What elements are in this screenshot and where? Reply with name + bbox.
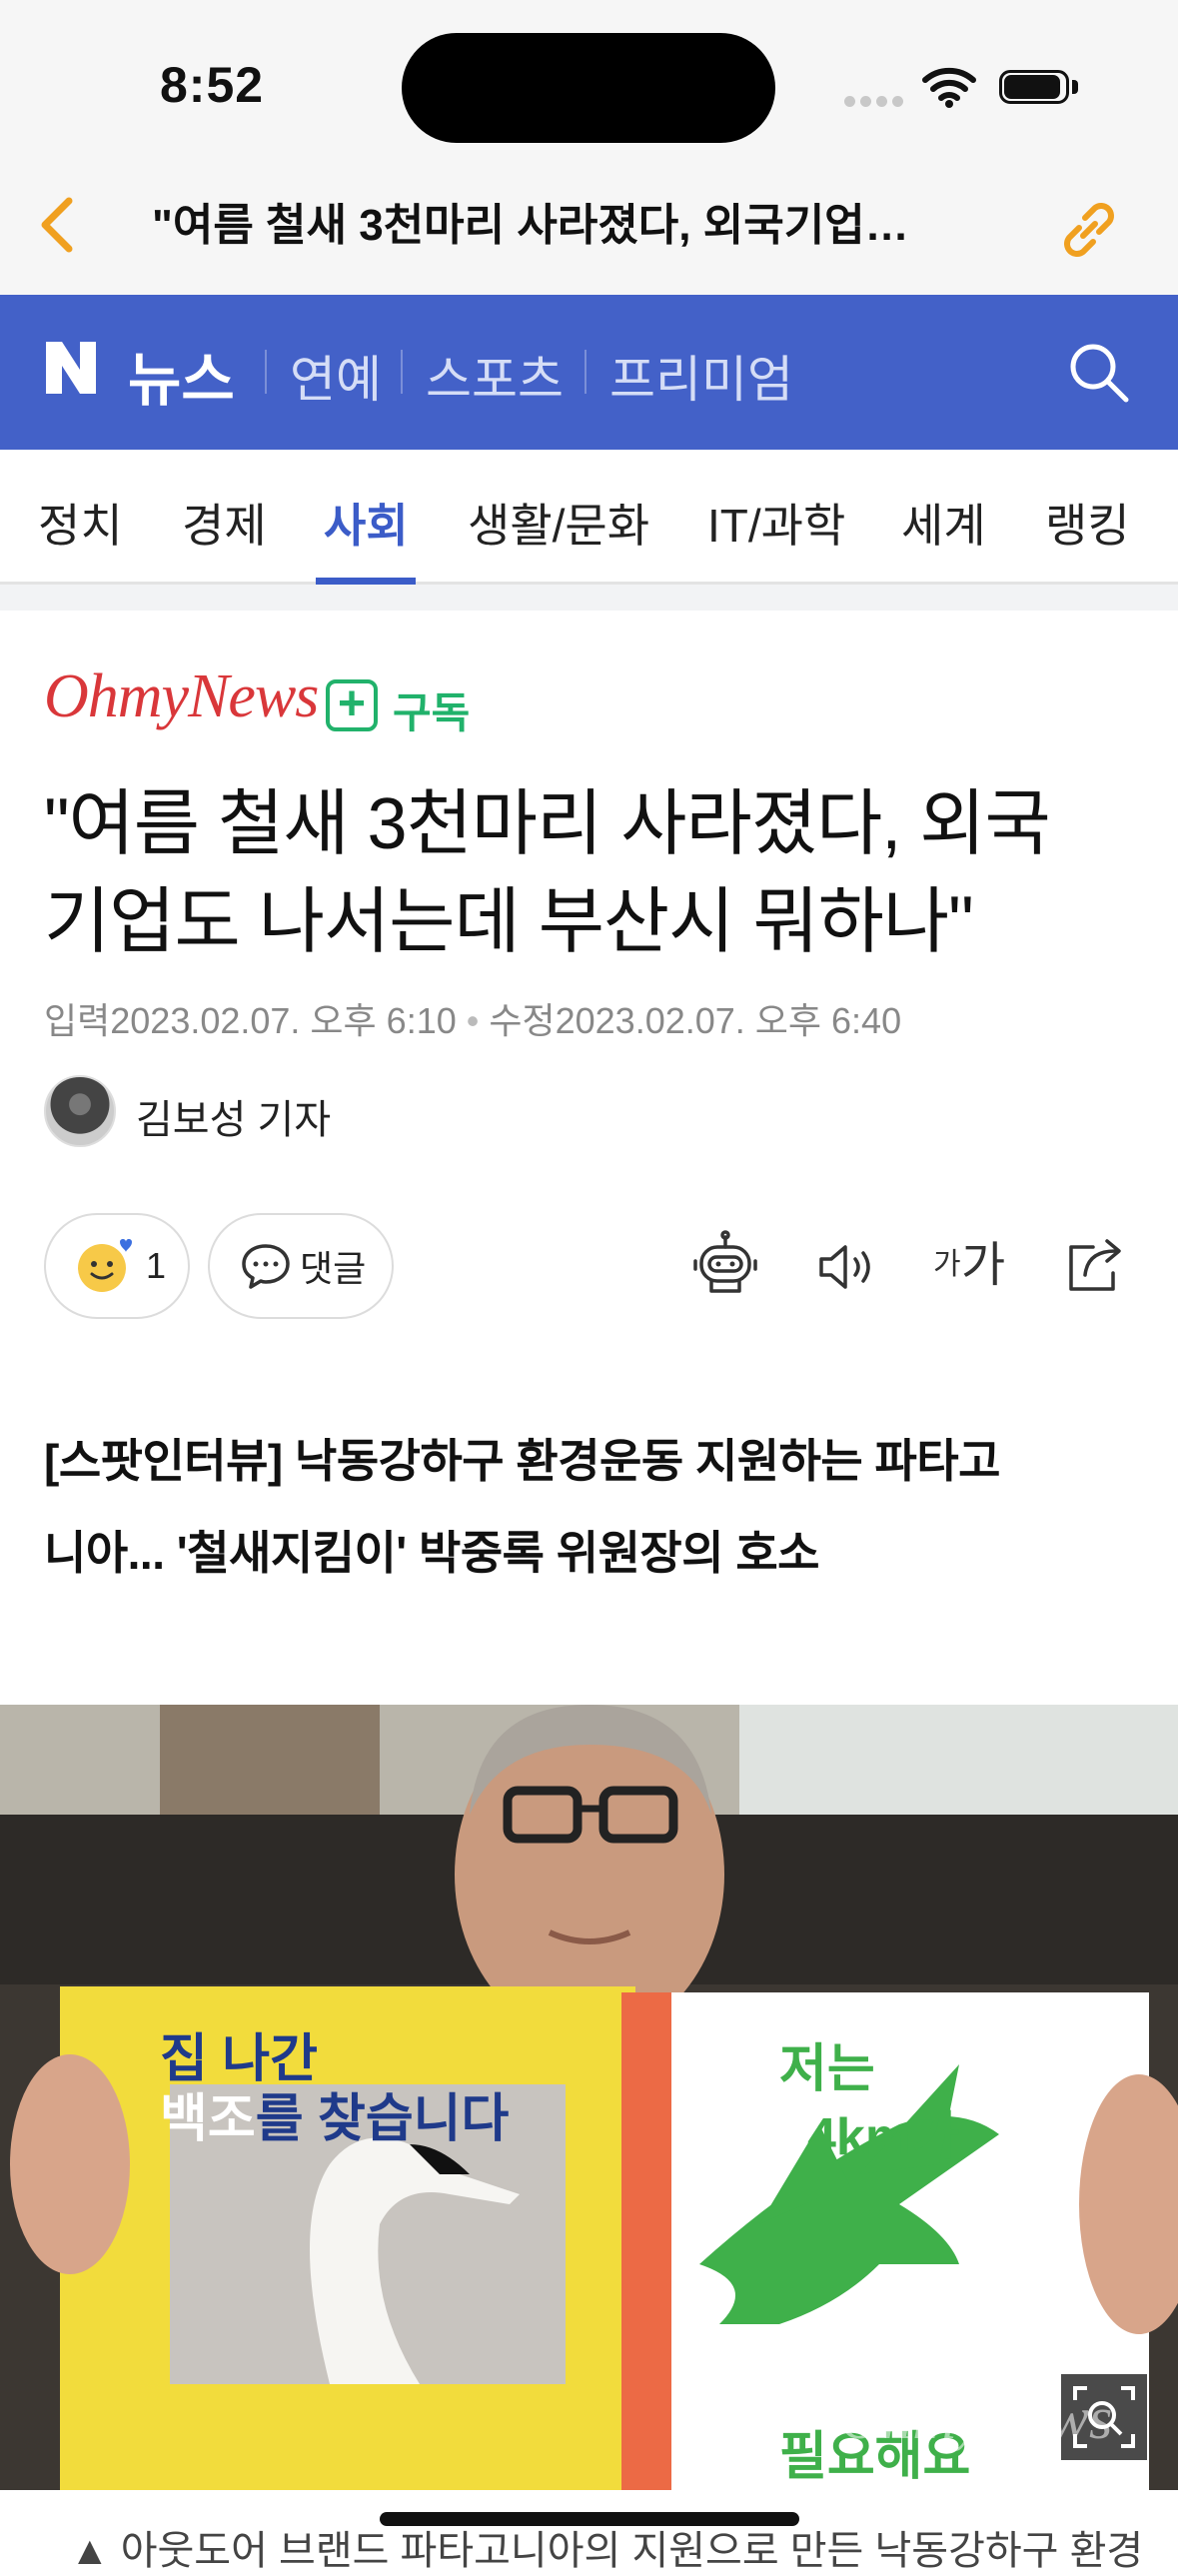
back-button[interactable] bbox=[22, 190, 92, 260]
section-gap bbox=[0, 585, 1178, 611]
subscribe-plus-icon[interactable]: + bbox=[326, 679, 378, 731]
poster-highlight: 백조 bbox=[160, 2090, 256, 2148]
link-icon[interactable] bbox=[1049, 190, 1129, 270]
section-divider bbox=[401, 350, 403, 394]
battery-cap bbox=[1072, 80, 1078, 94]
poster-text-tail: 를 찾습니다 bbox=[255, 2090, 510, 2148]
photo-caption: ▲ 아웃도어 브랜드 파타고니아의 지원으로 만든 낙동강하구 환경 bbox=[70, 2529, 1144, 2573]
photo-watermark: OhmyNews bbox=[839, 2385, 1113, 2451]
reaction-count: 1 bbox=[146, 1245, 167, 1286]
comment-label: 댓글 bbox=[300, 1248, 367, 1289]
page-title: "여름 철새 3천마리 사라졌다, 외국기업… bbox=[152, 201, 909, 250]
reaction-button[interactable]: 1 bbox=[44, 1213, 190, 1319]
speech-bubble-icon bbox=[242, 1244, 290, 1289]
battery-level bbox=[1004, 75, 1060, 99]
input-label: 입력 bbox=[44, 1000, 111, 1041]
naver-logo[interactable] bbox=[42, 338, 100, 398]
poster-text: 백조를 찾습니다 bbox=[160, 2076, 509, 2151]
reporter-avatar[interactable] bbox=[44, 1075, 116, 1147]
dynamic-island bbox=[402, 33, 775, 143]
home-indicator[interactable] bbox=[380, 2512, 799, 2526]
section-divider bbox=[585, 350, 587, 394]
section-premium[interactable]: 프리미엄 bbox=[609, 340, 793, 412]
speaker-icon[interactable] bbox=[807, 1227, 887, 1307]
smiley-emoji-icon bbox=[78, 1239, 132, 1292]
comment-button[interactable]: 댓글 bbox=[208, 1213, 394, 1319]
section-sports[interactable]: 스포츠 bbox=[426, 340, 564, 412]
status-time: 8:52 bbox=[160, 57, 265, 113]
tab-world[interactable]: 세계 bbox=[901, 490, 986, 556]
subscribe-button[interactable]: 구독 bbox=[393, 679, 470, 740]
news-home-link[interactable]: 뉴스 bbox=[128, 333, 235, 417]
reporter-name[interactable]: 김보성 기자 bbox=[136, 1087, 331, 1145]
wifi-icon bbox=[922, 67, 976, 108]
date-separator: • bbox=[466, 1000, 480, 1041]
robot-summary-icon[interactable] bbox=[685, 1227, 765, 1307]
poster-text: 4km가 bbox=[807, 2108, 959, 2166]
search-icon[interactable] bbox=[1064, 338, 1134, 408]
font-size-small-label[interactable]: 가 bbox=[933, 1239, 961, 1283]
tab-economy[interactable]: 경제 bbox=[182, 490, 267, 556]
article-headline: "여름 철새 3천마리 사라졌다, 외국 기업도 나서는데 부산시 뭐하나" bbox=[44, 775, 1143, 971]
input-date: 2023.02.07. 오후 6:10 bbox=[110, 1000, 457, 1041]
active-tab-indicator bbox=[316, 578, 416, 585]
article-subhead: [스팟인터뷰] 낙동강하구 환경운동 지원하는 파타고 니아... '철새지킴이… bbox=[44, 1415, 1143, 1599]
font-size-large-label[interactable]: 가 bbox=[961, 1225, 1005, 1295]
tab-politics[interactable]: 정치 bbox=[38, 490, 123, 556]
tab-it-science[interactable]: IT/과학 bbox=[707, 490, 845, 556]
chevron-left-icon bbox=[41, 197, 73, 253]
cellular-signal-icon bbox=[844, 94, 908, 112]
modified-date: 2023.02.07. 오후 6:40 bbox=[555, 1000, 902, 1041]
headline-line: "여름 철새 3천마리 사라졌다, 외국 bbox=[44, 784, 1051, 864]
modified-label: 수정 bbox=[489, 1000, 556, 1041]
tab-life-culture[interactable]: 생활/문화 bbox=[468, 490, 649, 556]
section-divider bbox=[265, 350, 267, 394]
tab-ranking[interactable]: 랭킹 bbox=[1045, 490, 1130, 556]
press-logo[interactable]: OhmyNews bbox=[44, 661, 319, 732]
tab-society[interactable]: 사회 bbox=[324, 490, 409, 556]
poster-text: 저는 bbox=[779, 2040, 875, 2098]
section-entertainment[interactable]: 연예 bbox=[290, 340, 382, 412]
article-photo[interactable]: 집 나간 백조를 찾습니다 저는 4km가 필요해요 OhmyNews bbox=[0, 1705, 1178, 2490]
article-dates: 입력2023.02.07. 오후 6:10 • 수정2023.02.07. 오후 6… bbox=[44, 992, 901, 1044]
headline-line: 기업도 나서는데 부산시 뭐하나" bbox=[44, 882, 974, 962]
subhead-line: 니아... '철새지킴이' 박중록 위원장의 호소 bbox=[44, 1527, 819, 1579]
share-icon[interactable] bbox=[1057, 1227, 1137, 1307]
subhead-line: [스팟인터뷰] 낙동강하구 환경운동 지원하는 파타고 bbox=[44, 1435, 1000, 1487]
